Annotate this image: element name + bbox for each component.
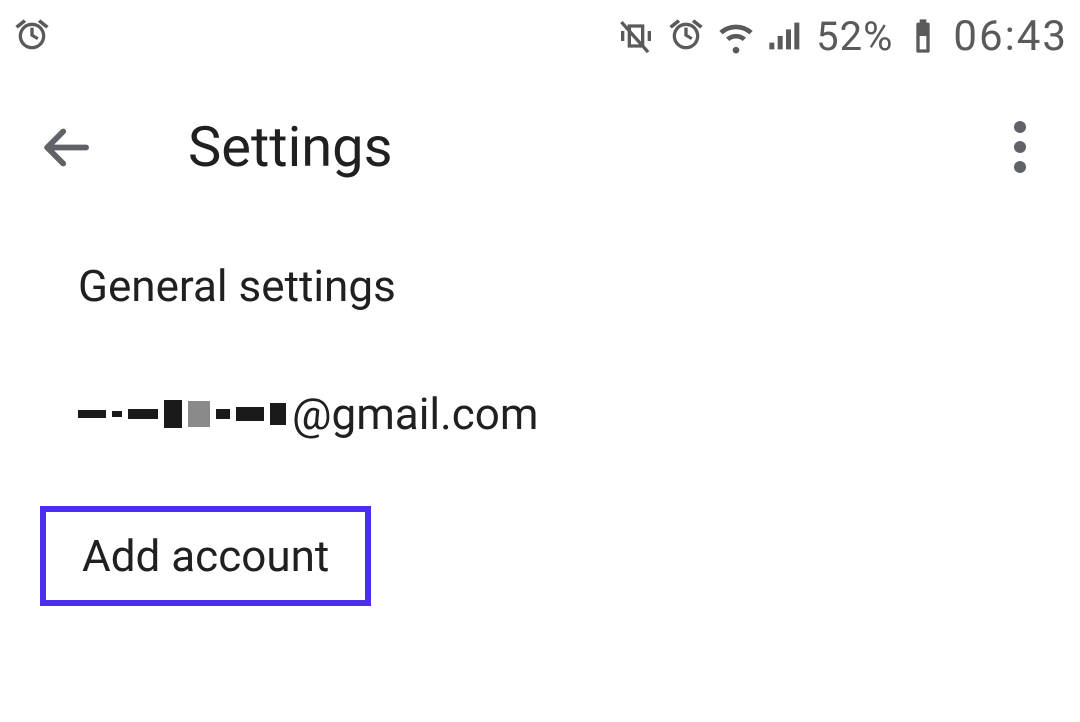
- overflow-menu-button[interactable]: [990, 117, 1050, 177]
- wifi-icon: [716, 16, 756, 56]
- app-bar: Settings: [0, 72, 1080, 222]
- vibrate-silent-icon: [616, 16, 656, 56]
- cell-signal-icon: [766, 16, 806, 56]
- account-domain-label: @gmail.com: [292, 388, 538, 440]
- page-title: Settings: [188, 114, 392, 180]
- settings-list: General settings @gmail.com Add account: [0, 222, 1080, 606]
- battery-icon: [903, 16, 943, 56]
- status-time: 06:43: [953, 12, 1068, 61]
- account-item[interactable]: @gmail.com: [0, 350, 1080, 478]
- redacted-username-icon: [78, 400, 286, 428]
- general-settings-label: General settings: [78, 260, 396, 312]
- alarm-icon: [12, 16, 52, 56]
- add-account-button[interactable]: Add account: [40, 506, 371, 606]
- alarm-status-icon: [666, 16, 706, 56]
- status-bar: 52% 06:43: [0, 0, 1080, 72]
- general-settings-item[interactable]: General settings: [0, 222, 1080, 350]
- status-left: [12, 16, 52, 56]
- back-button[interactable]: [30, 112, 100, 182]
- status-right: 52% 06:43: [616, 12, 1068, 61]
- battery-percent: 52%: [816, 13, 893, 60]
- add-account-label: Add account: [82, 530, 329, 582]
